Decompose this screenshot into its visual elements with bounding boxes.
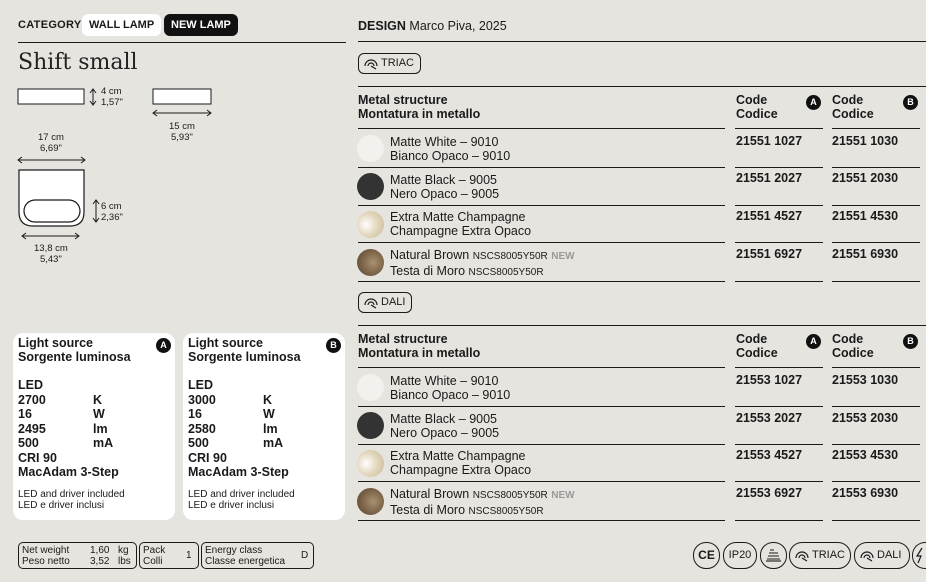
code-a-cell: 21553 2027	[736, 411, 803, 425]
dimension-drawing	[17, 88, 212, 240]
spec-list: LED 2700 K 16 W 2495 lm 500 mA CRI 90 MacAda…	[18, 378, 119, 479]
swatch-matte-black	[357, 412, 384, 439]
dim-depth-label: 15 cm 5,93"	[169, 121, 195, 143]
mounting-surface-icon	[760, 542, 787, 569]
light-source-card-a: Light source Sorgente luminosa A LED 2700…	[13, 333, 175, 520]
card-title: Light source Sorgente luminosa	[188, 336, 301, 364]
table-header-code-a: Code Codice	[736, 332, 778, 360]
light-source-card-b: Light source Sorgente luminosa B LED 3000…	[183, 333, 345, 520]
chip-wall-lamp: WALL LAMP	[82, 14, 162, 36]
code-b-cell: 21551 6930	[832, 247, 899, 261]
dim-height-label: 4 cm 1,57"	[101, 86, 123, 108]
spec-list: LED 3000 K 16 W 2580 lm 500 mA CRI 90 MacAda…	[188, 378, 289, 479]
dimmer-icon	[364, 298, 378, 309]
swatch-matte-white	[357, 135, 384, 162]
table-header-code-b: Code Codice	[832, 332, 874, 360]
card-title: Light source Sorgente luminosa	[18, 336, 131, 364]
dim-lens-width-label: 13,8 cm 5,43"	[34, 243, 68, 265]
badge-b: B	[326, 338, 341, 353]
table-header-code-b: Code Codice	[832, 93, 874, 121]
table-header-structure: Metal structure Montatura in metallo	[358, 332, 481, 360]
design-credit: DESIGN Marco Piva, 2025	[358, 19, 507, 33]
code-b-cell: 21553 1030	[832, 373, 899, 387]
divider	[18, 42, 346, 43]
ip-rating-badge: IP20	[723, 542, 757, 569]
control-badge-dali: DALI	[358, 292, 413, 313]
dim-width-label: 17 cm 6,69"	[38, 132, 64, 154]
table-header-code-a: Code Codice	[736, 93, 778, 121]
code-a-cell: 21551 6927	[736, 247, 803, 261]
card-note: LED and driver included LED e driver incl…	[188, 489, 295, 511]
code-a-cell: 21553 1027	[736, 373, 803, 387]
table-row: Extra Matte Champagne Champagne Extra Opa…	[390, 449, 532, 477]
code-b-cell: 21551 1030	[832, 134, 899, 148]
badge-a: A	[156, 338, 171, 353]
badge-b: B	[903, 334, 918, 349]
badge-a: A	[806, 95, 821, 110]
ce-mark-icon: CE	[693, 542, 720, 569]
code-a-cell: 21553 6927	[736, 486, 803, 500]
code-b-cell: 21553 2030	[832, 411, 899, 425]
swatch-natural-brown	[357, 488, 384, 515]
divider	[358, 41, 926, 42]
swatch-matte-black	[357, 173, 384, 200]
code-b-cell: 21553 6930	[832, 486, 899, 500]
chip-new-lamp: NEW LAMP	[164, 14, 238, 36]
swatch-matte-white	[357, 374, 384, 401]
pack-box: Pack Colli 1	[139, 542, 199, 569]
code-a-cell: 21553 4527	[736, 448, 803, 462]
weight-box: Net weight Peso netto 1,60 3,52 kg lbs	[18, 542, 137, 569]
divider	[358, 325, 926, 326]
dimmer-icon	[795, 551, 809, 562]
code-b-cell: 21551 4530	[832, 209, 899, 223]
code-a-cell: 21551 1027	[736, 134, 803, 148]
table-header-structure: Metal structure Montatura in metallo	[358, 93, 481, 121]
lightning-icon	[912, 542, 926, 569]
swatch-champagne	[357, 450, 384, 477]
category-label: CATEGORY	[18, 19, 82, 31]
code-a-cell: 21551 4527	[736, 209, 803, 223]
swatch-champagne	[357, 211, 384, 238]
code-a-cell: 21551 2027	[736, 171, 803, 185]
dali-symbol: DALI	[854, 542, 910, 569]
card-note: LED and driver included LED e driver incl…	[18, 489, 125, 511]
dim-lens-height-label: 6 cm 2,36"	[101, 201, 123, 223]
badge-b: B	[903, 95, 918, 110]
control-badge-triac: TRIAC	[358, 53, 421, 74]
table-row: Extra Matte Champagne Champagne Extra Opa…	[390, 210, 532, 238]
triac-symbol: TRIAC	[789, 542, 851, 569]
table-row: Matte Black – 9005 Nero Opaco – 9005	[390, 412, 500, 440]
energy-class-box: Energy class Classe energetica D	[201, 542, 314, 569]
code-b-cell: 21553 4530	[832, 448, 899, 462]
code-b-cell: 21551 2030	[832, 171, 899, 185]
swatch-natural-brown	[357, 249, 384, 276]
table-row: Matte Black – 9005 Nero Opaco – 9005	[390, 173, 500, 201]
table-row: Matte White – 9010 Bianco Opaco – 9010	[390, 135, 511, 163]
product-title: Shift small	[18, 50, 138, 75]
badge-a: A	[806, 334, 821, 349]
table-row: Natural Brown NSCS8005Y50R NEW Testa di …	[390, 248, 575, 278]
dimmer-icon	[860, 551, 874, 562]
dimmer-icon	[364, 59, 378, 70]
divider	[358, 86, 926, 87]
table-row: Natural Brown NSCS8005Y50R NEW Testa di …	[390, 487, 575, 517]
table-row: Matte White – 9010 Bianco Opaco – 9010	[390, 374, 511, 402]
